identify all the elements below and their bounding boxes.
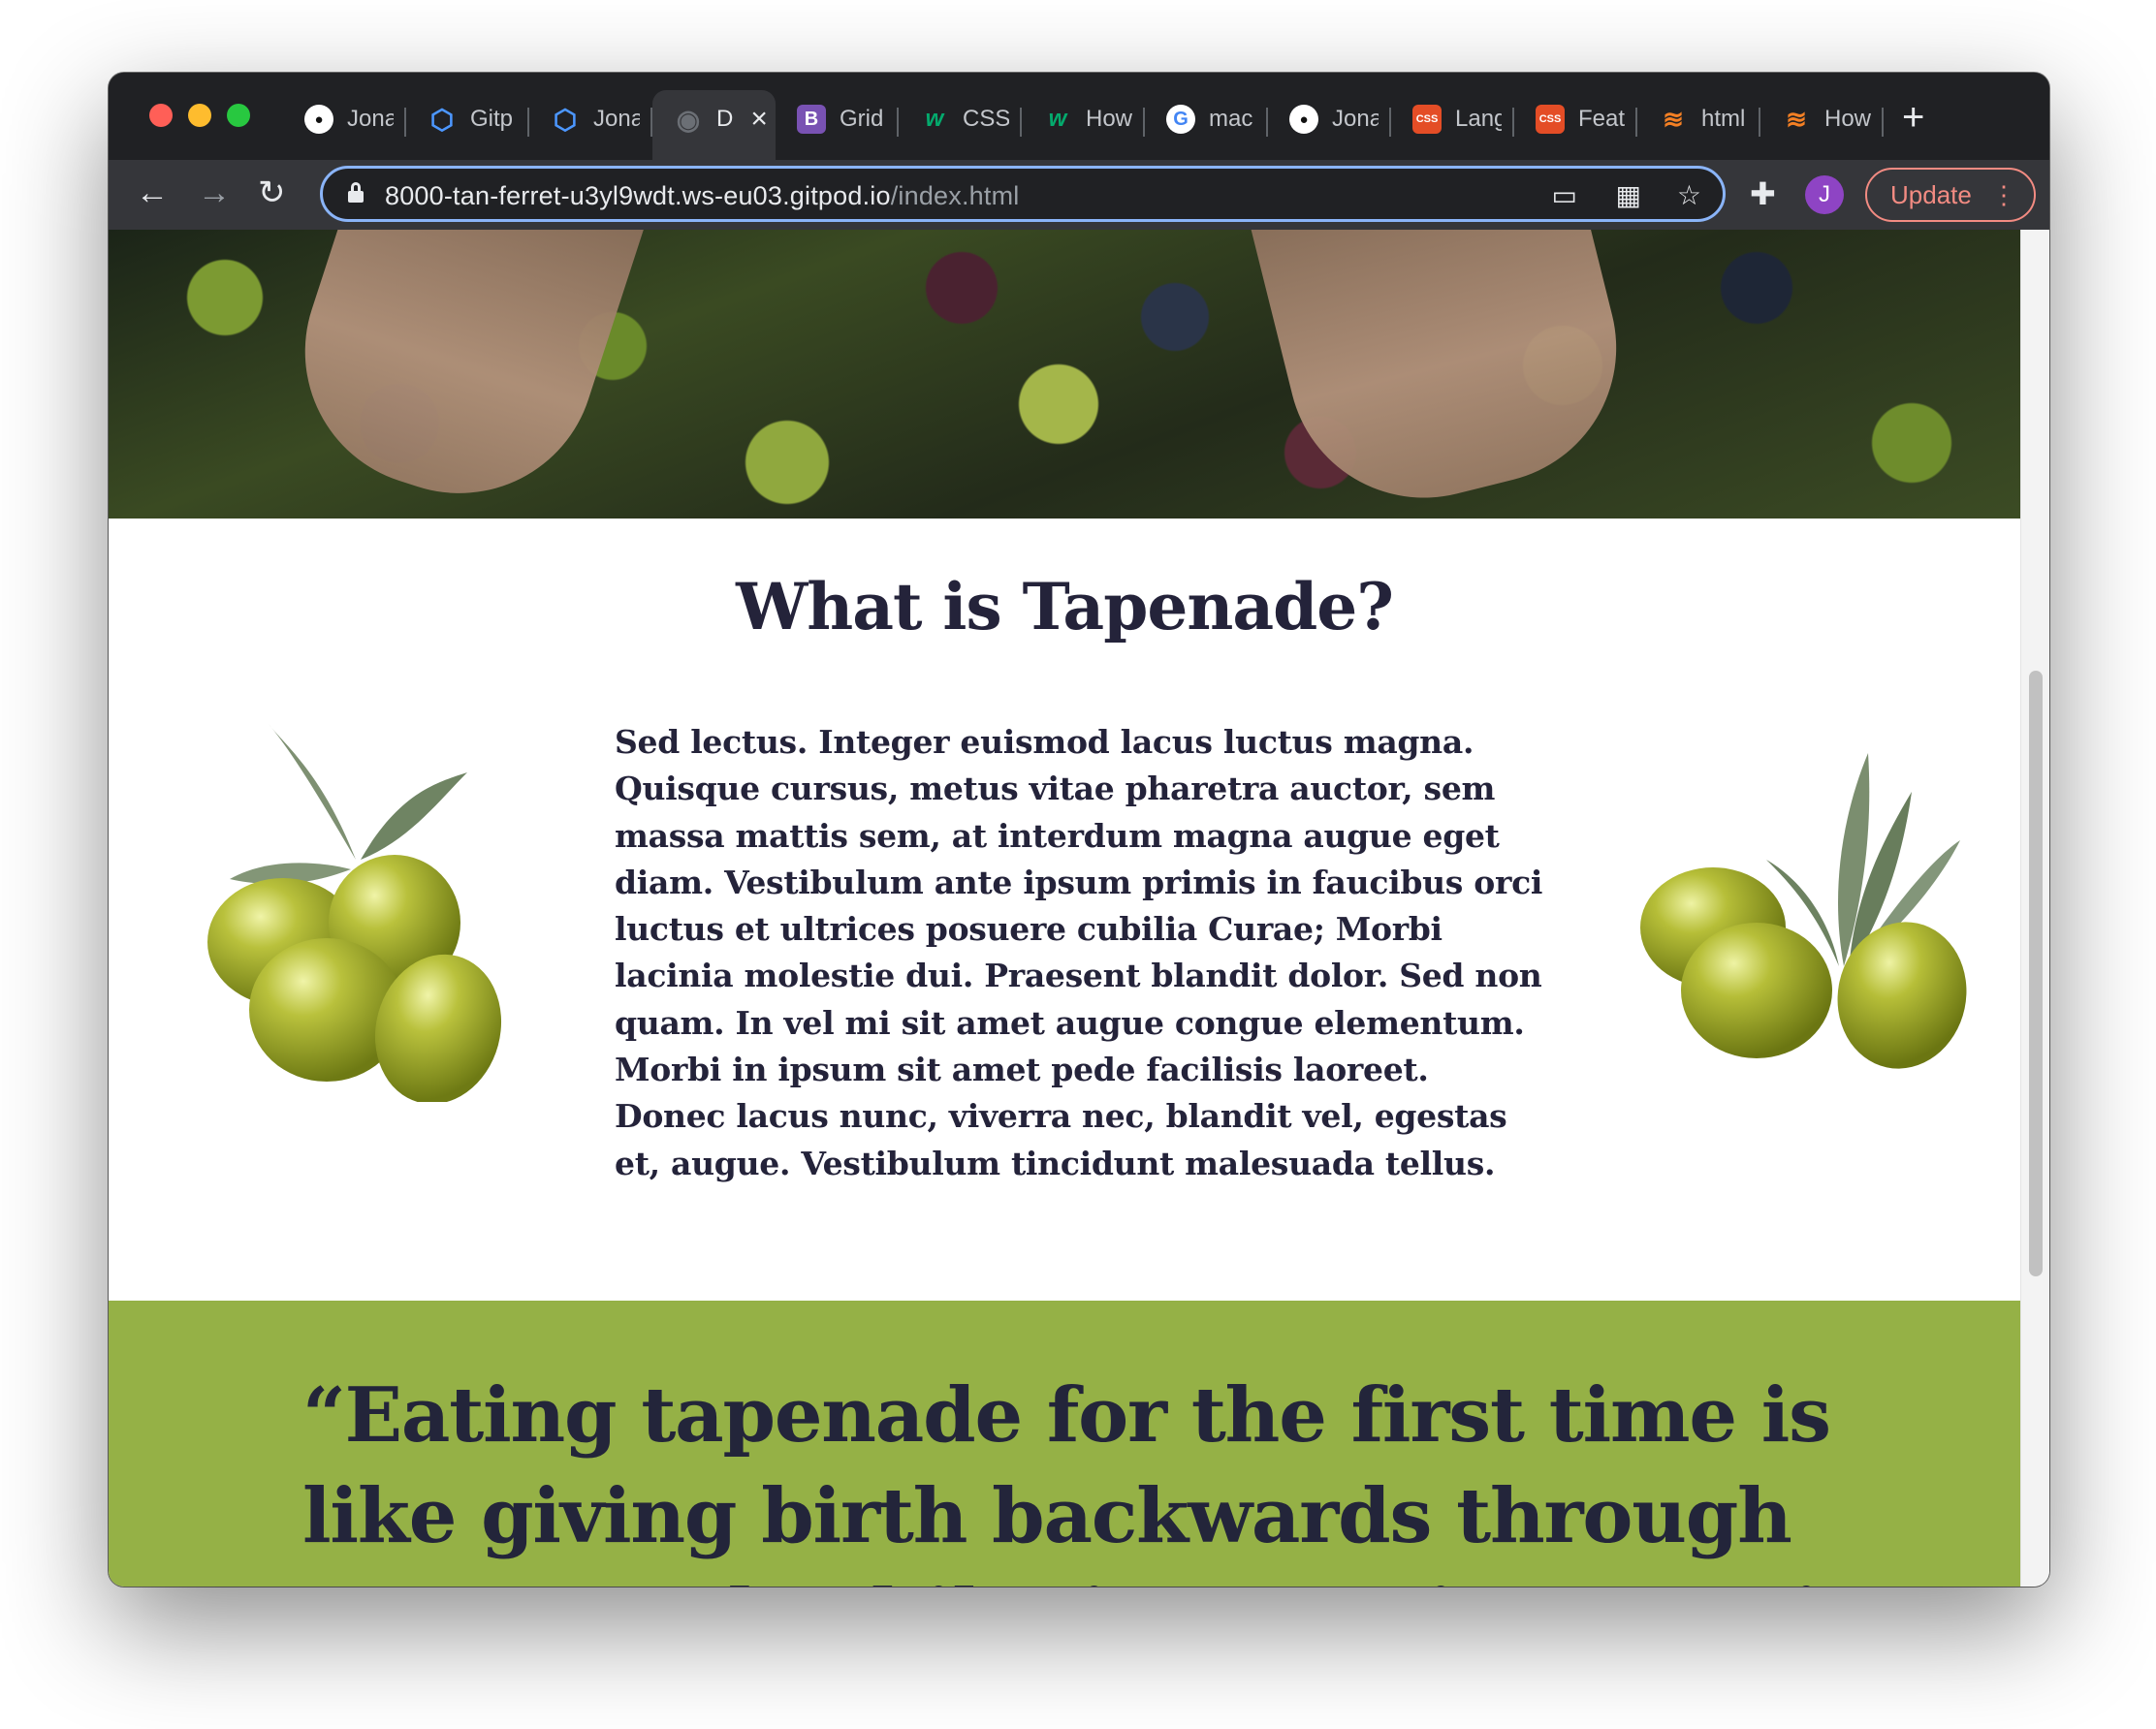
browser-tab[interactable]: CSS Lang [1391,90,1514,148]
stackoverflow-icon: ≋ [1663,104,1684,134]
gitpod-icon: ⬡ [553,104,578,135]
stackoverflow-icon: ≋ [1786,104,1807,134]
tab-title: Lang [1455,106,1502,132]
close-window-button[interactable] [149,104,173,127]
olives-image-left [207,724,502,1102]
extensions-puzzle-icon[interactable]: ✚ [1750,175,1776,212]
section-heading: What is Tapenade? [736,569,1394,644]
browser-tab[interactable]: G mac [1145,90,1268,148]
browser-tab[interactable]: B Grid [776,90,899,148]
browser-tab[interactable]: w How [1022,90,1145,148]
tab-title: How [1086,106,1132,132]
address-bar[interactable]: 8000-tan-ferret-u3yl9wdt.ws-eu03.gitpod.… [320,166,1726,222]
qr-code-icon[interactable]: ▦ [1616,179,1641,211]
css-icon: CSS [1536,105,1565,134]
forward-button[interactable]: → [198,173,231,212]
browser-tab[interactable]: ⬡ Gitp [406,90,529,148]
reload-button[interactable]: ↻ [258,173,286,212]
browser-tab[interactable]: ≋ How [1760,90,1884,148]
tab-title: Jona [593,106,640,132]
update-label: Update [1890,179,1972,209]
scrollbar-thumb[interactable] [2029,671,2043,1276]
css-icon: CSS [1412,105,1442,134]
olives-image-right [1640,753,1967,1069]
browser-tab[interactable]: CSS Feat [1514,90,1637,148]
google-icon: G [1166,105,1195,134]
lock-icon[interactable] [348,182,364,204]
hero-olives-image [109,230,2020,529]
hand-shape [270,230,646,529]
browser-toolbar: ← → ↻ 8000-tan-ferret-u3yl9wdt.ws-eu03.g… [109,160,2049,230]
browser-window: ● Jona ⬡ Gitp ⬡ Jona ◉ D × B Grid w CSS … [109,73,2049,1587]
tab-title: How [1824,106,1871,132]
w3schools-icon: w [925,106,944,132]
bootstrap-icon: B [797,105,826,134]
close-tab-icon[interactable]: × [750,105,768,134]
browser-tab[interactable]: ≋ html [1637,90,1760,148]
tab-title: D [716,106,734,132]
page-scrollbar[interactable] [2020,230,2049,1587]
tab-title: Grid [840,106,884,132]
github-icon: ● [1289,105,1318,134]
tab-title: Jona [1332,106,1379,132]
tab-title: CSS [963,106,1009,132]
gitpod-icon: ⬡ [429,104,455,135]
update-button[interactable]: Update ⋮ [1865,168,2036,222]
hand-shape [1248,230,1645,527]
pull-quote: “Eating tapenade for the first time is l… [302,1371,1866,1587]
globe-icon: ◉ [676,104,701,135]
install-app-icon[interactable]: ▭ [1552,179,1577,211]
menu-kebab-icon[interactable]: ⋮ [1991,178,2016,211]
page-viewport: What is Tapenade? Sed lectus. Integer eu… [109,230,2049,1587]
w3schools-icon: w [1048,106,1067,132]
tab-strip: ● Jona ⬡ Gitp ⬡ Jona ◉ D × B Grid w CSS … [109,73,2049,160]
profile-avatar[interactable]: J [1805,175,1844,214]
bookmark-star-icon[interactable]: ☆ [1677,179,1701,211]
tab-list: ● Jona ⬡ Gitp ⬡ Jona ◉ D × B Grid w CSS … [283,90,1884,160]
tab-title: mac [1209,106,1253,132]
tab-title: html [1701,106,1746,132]
url-path: /index.html [890,181,1020,210]
url-text: 8000-tan-ferret-u3yl9wdt.ws-eu03.gitpod.… [385,181,1019,211]
browser-tab[interactable]: ● Jona [283,90,406,148]
tab-title: Gitp [470,106,514,132]
tab-title: Jona [347,106,394,132]
browser-tab-active[interactable]: ◉ D × [652,90,776,160]
section-paragraph: Sed lectus. Integer euismod lacus luctus… [615,723,1543,1182]
url-host: 8000-tan-ferret-u3yl9wdt.ws-eu03.gitpod.… [385,181,891,210]
back-button[interactable]: ← [136,173,169,212]
new-tab-button[interactable]: + [1902,96,1924,140]
browser-tab[interactable]: ● Jona [1268,90,1391,148]
minimize-window-button[interactable] [188,104,211,127]
browser-tab[interactable]: w CSS [899,90,1022,148]
tab-title: Feat [1578,106,1625,132]
maximize-window-button[interactable] [227,104,250,127]
browser-tab[interactable]: ⬡ Jona [529,90,652,148]
github-icon: ● [304,105,333,134]
